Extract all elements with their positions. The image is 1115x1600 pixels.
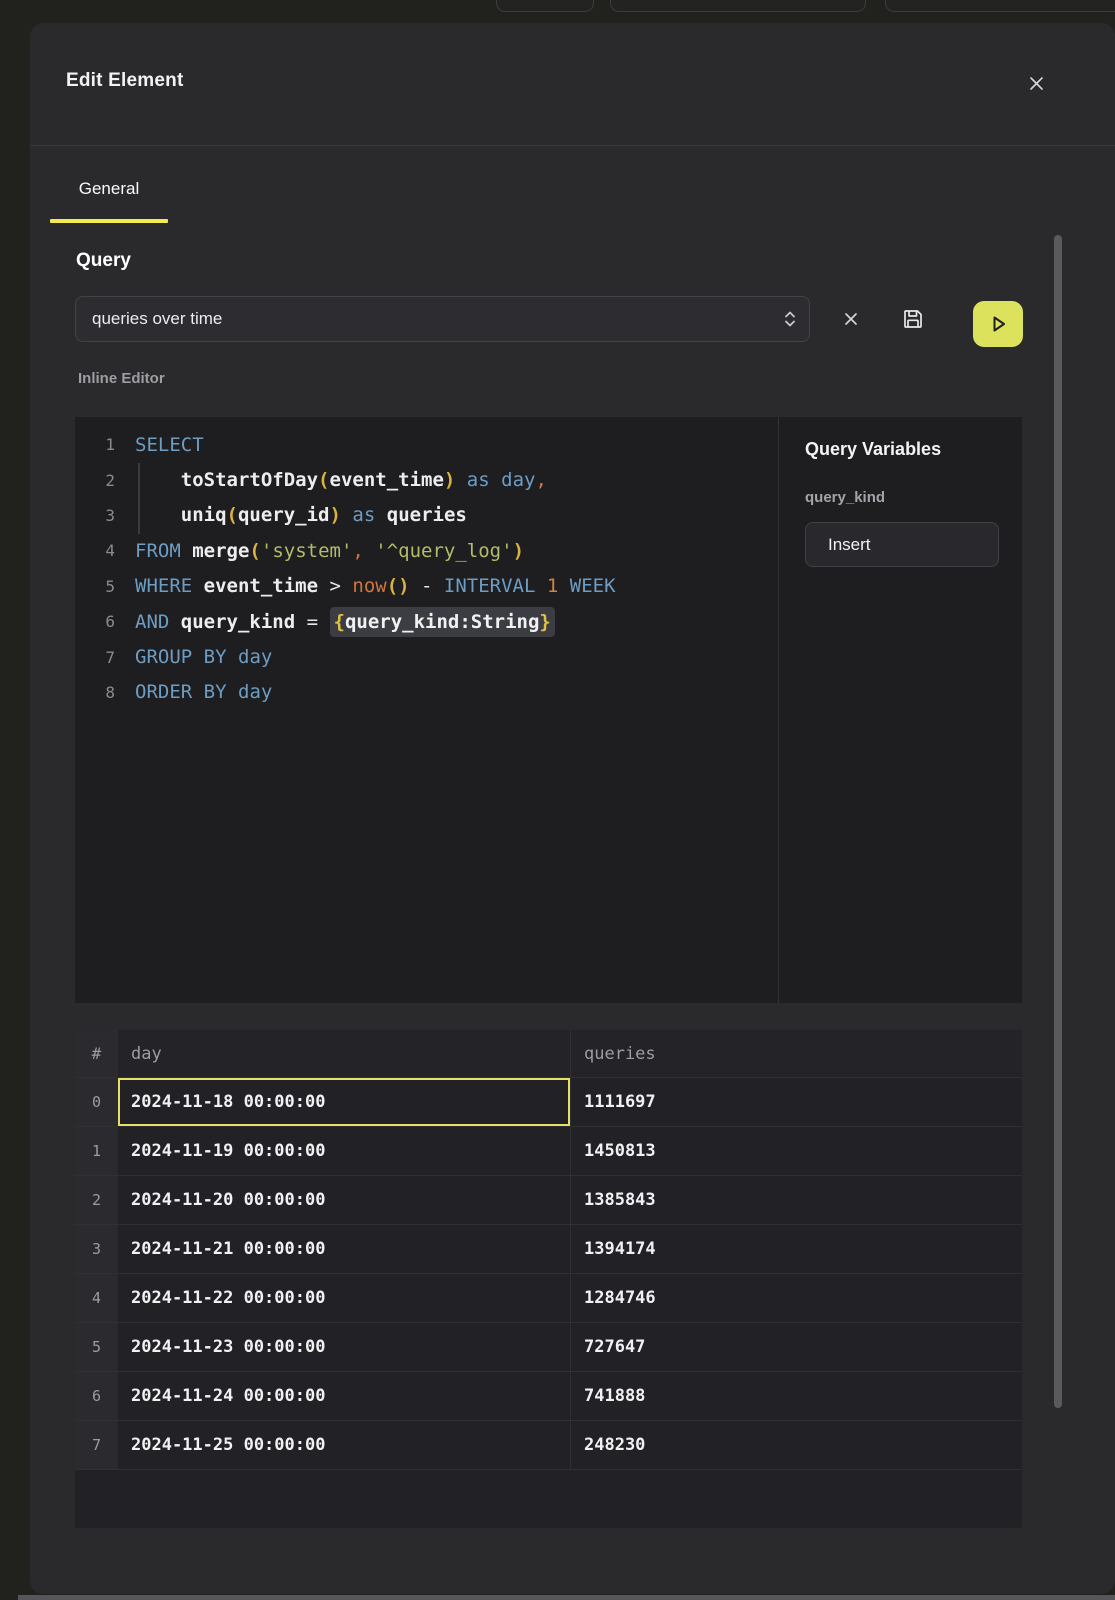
query-variables-title: Query Variables — [805, 439, 941, 460]
indent-guide — [138, 463, 140, 534]
insert-button-label: Insert — [828, 535, 871, 555]
table-row: 62024-11-24 00:00:00741888 — [75, 1372, 1022, 1421]
floppy-disk-icon — [901, 307, 925, 331]
background-button-1[interactable] — [496, 0, 594, 12]
queries-cell[interactable]: 1284746 — [570, 1274, 1022, 1322]
row-index-cell: 7 — [75, 1421, 118, 1469]
day-cell[interactable]: 2024-11-19 00:00:00 — [118, 1127, 570, 1175]
line-number: 6 — [75, 612, 115, 631]
day-cell[interactable]: 2024-11-21 00:00:00 — [118, 1225, 570, 1273]
code-line[interactable]: 4 FROM merge('system', '^query_log') — [75, 533, 778, 568]
insert-variable-button[interactable]: Insert — [805, 522, 999, 567]
code-text: SELECT — [135, 434, 204, 456]
close-button[interactable] — [1021, 68, 1051, 98]
line-number: 8 — [75, 683, 115, 702]
code-text: WHERE event_time > now() - INTERVAL 1 WE… — [135, 575, 616, 597]
table-row: 02024-11-18 00:00:001111697 — [75, 1078, 1022, 1127]
save-query-button[interactable] — [898, 304, 928, 334]
table-header-queries[interactable]: queries — [570, 1030, 1022, 1077]
table-body: 02024-11-18 00:00:00111169712024-11-19 0… — [75, 1078, 1022, 1470]
row-index-cell: 1 — [75, 1127, 118, 1175]
inline-editor-label: Inline Editor — [78, 370, 165, 387]
modal-title: Edit Element — [66, 70, 183, 92]
table-header-index: # — [75, 1030, 118, 1077]
results-table: # day queries 02024-11-18 00:00:00111169… — [75, 1030, 1022, 1528]
header-divider — [30, 145, 1115, 146]
table-row: 72024-11-25 00:00:00248230 — [75, 1421, 1022, 1470]
table-header-day[interactable]: day — [118, 1030, 570, 1077]
query-section-heading: Query — [76, 250, 131, 272]
queries-cell[interactable]: 1450813 — [570, 1127, 1022, 1175]
queries-cell[interactable]: 1394174 — [570, 1225, 1022, 1273]
variable-name-label: query_kind — [805, 489, 885, 506]
row-index-cell: 5 — [75, 1323, 118, 1371]
code-text: uniq(query_id) as queries — [135, 504, 467, 526]
background-button-2[interactable] — [610, 0, 866, 12]
queries-cell[interactable]: 1111697 — [570, 1078, 1022, 1126]
table-row: 32024-11-21 00:00:001394174 — [75, 1225, 1022, 1274]
sql-code-editor[interactable]: 1 SELECT 2 toStartOfDay(event_time) as day… — [75, 417, 778, 1003]
close-icon — [1029, 76, 1044, 91]
code-line[interactable]: 6 AND query_kind = {query_kind:String} — [75, 604, 778, 639]
chevron-up-down-icon — [783, 310, 797, 328]
code-text: AND query_kind = {query_kind:String} — [135, 611, 555, 633]
queries-cell[interactable]: 727647 — [570, 1323, 1022, 1371]
line-number: 7 — [75, 648, 115, 667]
tab-general-active-underline — [50, 219, 168, 223]
code-line[interactable]: 7 GROUP BY day — [75, 639, 778, 674]
editor-block: 1 SELECT 2 toStartOfDay(event_time) as day… — [75, 417, 1022, 1003]
line-number: 2 — [75, 471, 115, 490]
x-icon — [844, 312, 858, 326]
table-row: 42024-11-22 00:00:001284746 — [75, 1274, 1022, 1323]
table-row: 22024-11-20 00:00:001385843 — [75, 1176, 1022, 1225]
query-select[interactable]: queries over time — [75, 296, 810, 342]
code-line[interactable]: 2 toStartOfDay(event_time) as day, — [75, 462, 778, 497]
code-text: FROM merge('system', '^query_log') — [135, 540, 524, 562]
clear-query-button[interactable] — [836, 304, 866, 334]
line-number: 1 — [75, 435, 115, 454]
query-select-value: queries over time — [92, 309, 222, 329]
day-cell[interactable]: 2024-11-25 00:00:00 — [118, 1421, 570, 1469]
play-icon — [987, 313, 1009, 335]
queries-cell[interactable]: 248230 — [570, 1421, 1022, 1469]
row-index-cell: 2 — [75, 1176, 118, 1224]
background-page-top — [0, 0, 1115, 23]
table-header-row: # day queries — [75, 1030, 1022, 1078]
line-number: 4 — [75, 541, 115, 560]
code-text: GROUP BY day — [135, 646, 272, 668]
row-index-cell: 6 — [75, 1372, 118, 1420]
row-index-cell: 4 — [75, 1274, 118, 1322]
window-bottom-edge — [18, 1595, 1115, 1600]
run-query-button[interactable] — [973, 301, 1023, 347]
code-line[interactable]: 5 WHERE event_time > now() - INTERVAL 1 W… — [75, 569, 778, 604]
code-lines: 1 SELECT 2 toStartOfDay(event_time) as day… — [75, 427, 778, 710]
code-line[interactable]: 1 SELECT — [75, 427, 778, 462]
day-cell[interactable]: 2024-11-22 00:00:00 — [118, 1274, 570, 1322]
table-row: 52024-11-23 00:00:00727647 — [75, 1323, 1022, 1372]
edit-element-modal: Edit Element General Query queries over … — [30, 23, 1115, 1594]
code-text: toStartOfDay(event_time) as day, — [135, 469, 547, 491]
table-row: 12024-11-19 00:00:001450813 — [75, 1127, 1022, 1176]
queries-cell[interactable]: 741888 — [570, 1372, 1022, 1420]
row-index-cell: 0 — [75, 1078, 118, 1126]
row-index-cell: 3 — [75, 1225, 118, 1273]
vertical-scrollbar-thumb[interactable] — [1054, 235, 1062, 1408]
day-cell-selected[interactable]: 2024-11-18 00:00:00 — [118, 1078, 570, 1126]
code-line[interactable]: 3 uniq(query_id) as queries — [75, 498, 778, 533]
day-cell[interactable]: 2024-11-24 00:00:00 — [118, 1372, 570, 1420]
line-number: 5 — [75, 577, 115, 596]
tab-general[interactable]: General — [50, 179, 168, 199]
query-variables-panel: Query Variables query_kind Insert — [778, 417, 1022, 1003]
line-number: 3 — [75, 506, 115, 525]
day-cell[interactable]: 2024-11-23 00:00:00 — [118, 1323, 570, 1371]
queries-cell[interactable]: 1385843 — [570, 1176, 1022, 1224]
background-button-3[interactable] — [885, 0, 1115, 12]
code-text: ORDER BY day — [135, 681, 272, 703]
day-cell[interactable]: 2024-11-20 00:00:00 — [118, 1176, 570, 1224]
table-footer-strip — [75, 1470, 1022, 1527]
code-line[interactable]: 8 ORDER BY day — [75, 675, 778, 710]
